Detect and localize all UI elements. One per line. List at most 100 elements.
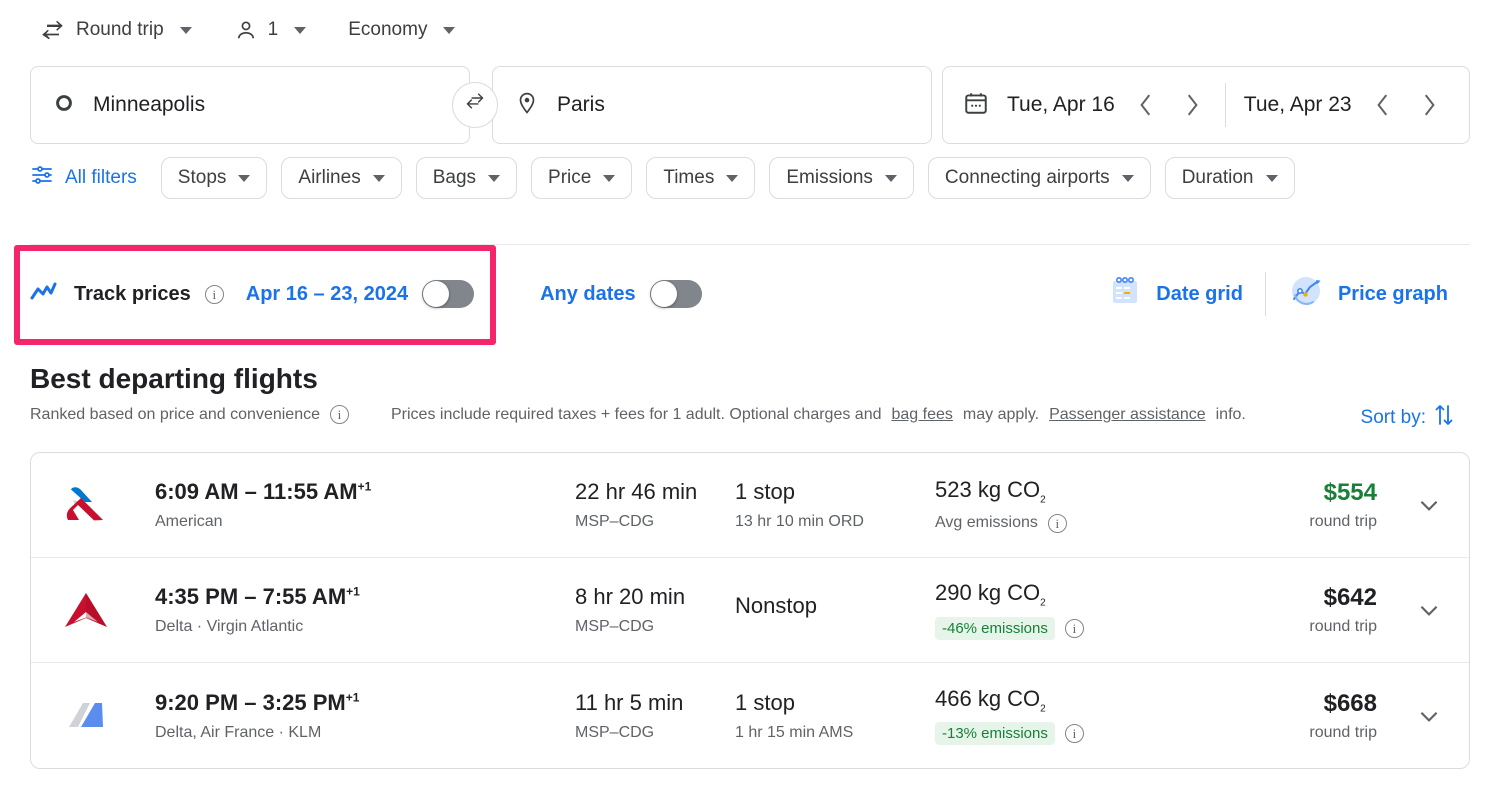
table-row[interactable]: 4:35 PM – 7:55 AM+1 Delta · Virgin Atlan… bbox=[31, 558, 1469, 663]
flight-duration-cell: 22 hr 46 min MSP–CDG bbox=[575, 479, 735, 531]
section-subtitle: Ranked based on price and convenience i … bbox=[30, 405, 1246, 424]
info-icon[interactable]: i bbox=[1048, 514, 1067, 533]
ranked-text: Ranked based on price and convenience bbox=[30, 406, 320, 424]
co2-value: 466 kg CO2 bbox=[935, 686, 1215, 714]
passenger-assistance-link[interactable]: Passenger assistance bbox=[1049, 406, 1206, 424]
flight-stops-cell: Nonstop bbox=[735, 593, 935, 627]
trip-type-selector[interactable]: Round trip bbox=[30, 11, 202, 49]
departure-prev-day-button[interactable] bbox=[1131, 90, 1161, 120]
circle-origin-icon bbox=[53, 92, 75, 119]
return-date-value: Tue, Apr 23 bbox=[1244, 93, 1352, 117]
location-pin-icon bbox=[515, 91, 539, 120]
disclaimer-part-1: Prices include required taxes + fees for… bbox=[391, 406, 882, 424]
flight-duration-cell: 8 hr 20 min MSP–CDG bbox=[575, 584, 735, 636]
filter-chip-label: Emissions bbox=[786, 167, 873, 189]
sort-by-label: Sort by: bbox=[1361, 407, 1426, 429]
filter-chip-connecting-airports[interactable]: Connecting airports bbox=[928, 157, 1151, 199]
flight-time-cell: 4:35 PM – 7:55 AM+1 Delta · Virgin Atlan… bbox=[155, 584, 575, 636]
status-badge: -46% emissions bbox=[935, 617, 1055, 640]
dates-field[interactable]: Tue, Apr 16 Tue, Apr 23 bbox=[942, 66, 1470, 144]
origin-field[interactable]: Minneapolis bbox=[30, 66, 470, 144]
filter-chip-label: Airlines bbox=[298, 167, 360, 189]
filter-chip-emissions[interactable]: Emissions bbox=[769, 157, 914, 199]
price-graph-icon bbox=[1288, 273, 1324, 315]
departure-next-day-button[interactable] bbox=[1177, 90, 1207, 120]
duration-value: 22 hr 46 min bbox=[575, 479, 735, 505]
flight-times: 4:35 PM – 7:55 AM+1 bbox=[155, 584, 575, 610]
filter-chip-bags[interactable]: Bags bbox=[416, 157, 517, 199]
filter-chip-label: Times bbox=[663, 167, 714, 189]
disclaimer-part-3: info. bbox=[1216, 406, 1246, 424]
emissions-note: Avg emissions bbox=[935, 514, 1038, 532]
chevron-down-icon bbox=[294, 27, 306, 34]
flight-times-value: 9:20 PM – 3:25 PM bbox=[155, 690, 346, 715]
filter-chip-duration[interactable]: Duration bbox=[1165, 157, 1295, 199]
co2-value: 523 kg CO2 bbox=[935, 477, 1215, 505]
track-prices-group: Track prices i Apr 16 – 23, 2024 bbox=[30, 280, 474, 309]
passengers-selector[interactable]: 1 bbox=[224, 12, 317, 48]
filter-chip-times[interactable]: Times bbox=[646, 157, 755, 199]
filters-bar: All filters Stops Airlines Bags Price Ti… bbox=[30, 157, 1295, 199]
return-date-segment[interactable]: Tue, Apr 23 bbox=[1244, 90, 1444, 120]
emissions-note-line: Avg emissions i bbox=[935, 514, 1215, 533]
date-divider bbox=[1225, 83, 1226, 127]
info-icon[interactable]: i bbox=[1065, 619, 1084, 638]
price-note: round trip bbox=[1215, 618, 1377, 636]
co2-amount: 466 kg CO bbox=[935, 686, 1040, 711]
calendar-icon bbox=[963, 90, 989, 121]
chevron-down-icon[interactable] bbox=[1411, 492, 1447, 518]
return-next-day-button[interactable] bbox=[1414, 90, 1444, 120]
chevron-down-icon[interactable] bbox=[1411, 597, 1447, 623]
any-dates-group: Any dates bbox=[540, 280, 702, 308]
chevron-down-icon bbox=[1122, 175, 1134, 182]
chevron-down-icon bbox=[238, 175, 250, 182]
flight-stops-cell: 1 stop 13 hr 10 min ORD bbox=[735, 479, 935, 531]
swap-arrows-icon bbox=[463, 91, 487, 120]
return-prev-day-button[interactable] bbox=[1368, 90, 1398, 120]
filter-chip-label: Connecting airports bbox=[945, 167, 1110, 189]
filter-chip-airlines[interactable]: Airlines bbox=[281, 157, 401, 199]
price-graph-button[interactable]: Price graph bbox=[1266, 273, 1470, 315]
track-prices-label: Track prices bbox=[74, 283, 191, 306]
duration-value: 11 hr 5 min bbox=[575, 690, 735, 716]
cabin-class-label: Economy bbox=[348, 19, 427, 41]
chevron-down-icon bbox=[443, 27, 455, 34]
filter-chip-price[interactable]: Price bbox=[531, 157, 632, 199]
co2-value: 290 kg CO2 bbox=[935, 580, 1215, 608]
flight-emissions-cell: 523 kg CO2 Avg emissions i bbox=[935, 477, 1215, 532]
swap-airports-button[interactable] bbox=[452, 82, 498, 128]
sort-by-button[interactable]: Sort by: bbox=[1361, 402, 1456, 434]
co2-subscript: 2 bbox=[1040, 703, 1046, 714]
any-dates-toggle[interactable] bbox=[650, 280, 702, 308]
day-offset: +1 bbox=[346, 690, 360, 704]
flight-price-cell: $642 round trip bbox=[1215, 584, 1411, 636]
table-row[interactable]: 9:20 PM – 3:25 PM+1 Delta, Air France · … bbox=[31, 663, 1469, 768]
co2-amount: 523 kg CO bbox=[935, 477, 1040, 502]
origin-value: Minneapolis bbox=[93, 93, 205, 117]
filter-chip-stops[interactable]: Stops bbox=[161, 157, 268, 199]
flight-times-value: 6:09 AM – 11:55 AM bbox=[155, 479, 358, 504]
flight-price-cell: $668 round trip bbox=[1215, 690, 1411, 742]
flight-search-page: Round trip 1 Economy Minneapolis Par bbox=[0, 0, 1500, 809]
all-filters-button[interactable]: All filters bbox=[30, 163, 147, 193]
info-icon[interactable]: i bbox=[205, 285, 224, 304]
departure-date-segment[interactable]: Tue, Apr 16 bbox=[1007, 90, 1207, 120]
cabin-class-selector[interactable]: Economy bbox=[338, 13, 465, 47]
sort-arrows-icon bbox=[1432, 402, 1456, 434]
table-row[interactable]: 6:09 AM – 11:55 AM+1 American 22 hr 46 m… bbox=[31, 453, 1469, 558]
chevron-down-icon[interactable] bbox=[1411, 703, 1447, 729]
date-grid-icon bbox=[1108, 274, 1142, 314]
flight-stops-cell: 1 stop 1 hr 15 min AMS bbox=[735, 690, 935, 742]
info-icon[interactable]: i bbox=[330, 405, 349, 424]
track-prices-date-range: Apr 16 – 23, 2024 bbox=[246, 283, 408, 306]
date-grid-button[interactable]: Date grid bbox=[1086, 274, 1265, 314]
info-icon[interactable]: i bbox=[1065, 724, 1084, 743]
destination-field[interactable]: Paris bbox=[492, 66, 932, 144]
view-links: Date grid Price graph bbox=[1086, 266, 1470, 322]
track-prices-toggle[interactable] bbox=[422, 280, 474, 308]
toggle-knob bbox=[651, 281, 677, 307]
bag-fees-link[interactable]: bag fees bbox=[892, 406, 953, 424]
stop-detail: 1 hr 15 min AMS bbox=[735, 724, 935, 742]
duration-value: 8 hr 20 min bbox=[575, 584, 735, 610]
toggle-knob bbox=[423, 281, 449, 307]
